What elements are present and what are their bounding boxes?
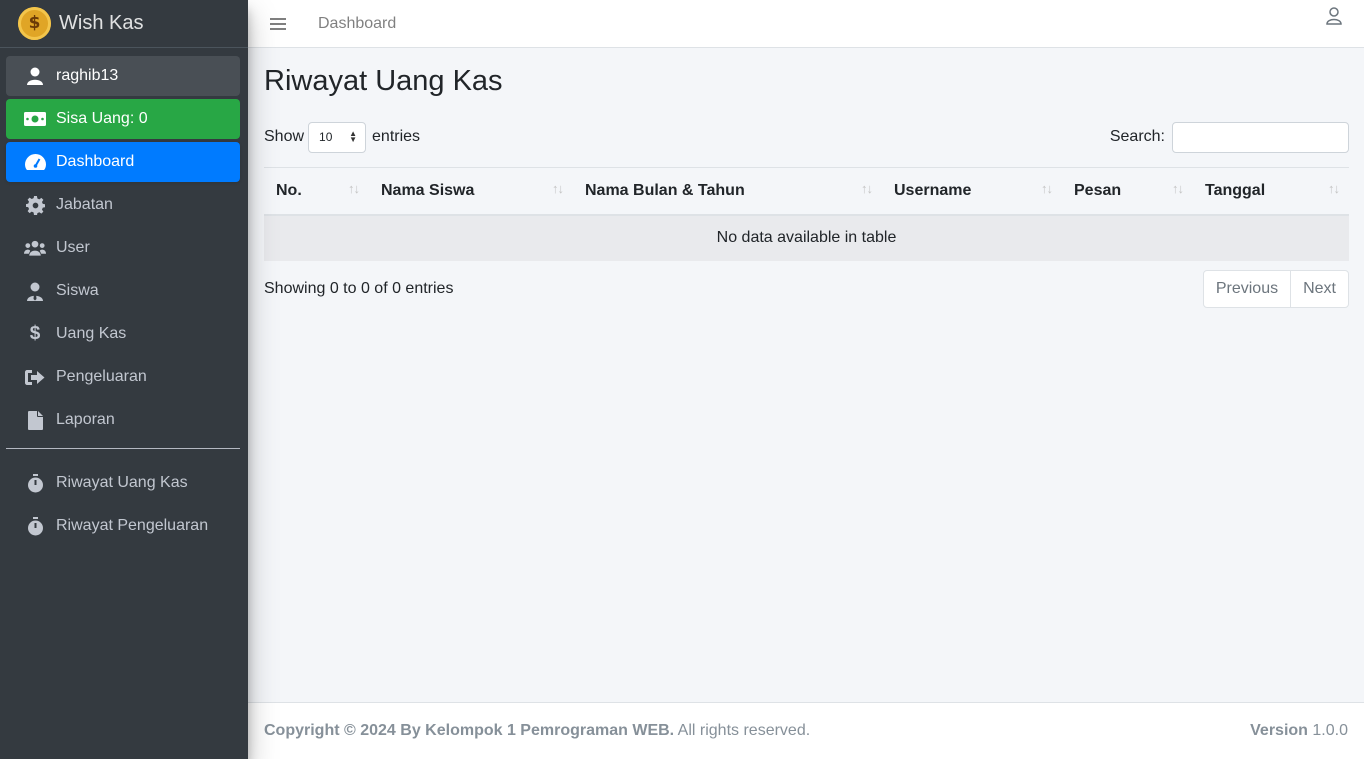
previous-button[interactable]: Previous (1204, 271, 1290, 307)
sidebar-item-label: Siswa (56, 282, 99, 299)
hamburger-menu-icon[interactable] (270, 17, 286, 30)
sidebar-item-jabatan[interactable]: Jabatan (6, 185, 240, 225)
table-controls: Show 10 ▲ ▼ entries Search: (264, 121, 1349, 153)
brand-name: Wish Kas (59, 12, 144, 34)
sidebar-user-label: raghib13 (56, 67, 119, 84)
version-label: Version (1250, 722, 1308, 739)
sidebar-item-siswa[interactable]: Siswa (6, 271, 240, 311)
topbar-dashboard-link[interactable]: Dashboard (318, 15, 396, 33)
entries-select[interactable]: 10 ▲ ▼ (308, 121, 367, 153)
footer-version: Version 1.0.0 (1250, 722, 1348, 740)
column-header-tanggal[interactable]: Tanggal ↑↓ (1193, 167, 1349, 216)
sidebar-item-label: Uang Kas (56, 325, 127, 342)
sidebar: Wish Kas raghib13 Sisa Uang: 0 Dashboard… (0, 0, 248, 759)
sidebar-item-user[interactable]: User (6, 228, 240, 268)
page-title: Riwayat Uang Kas (264, 65, 503, 97)
stopwatch-icon (24, 473, 46, 493)
sidebar-item-dashboard[interactable]: Dashboard (6, 142, 240, 182)
column-header-nama-bulan-tahun[interactable]: Nama Bulan & Tahun ↑↓ (573, 167, 882, 216)
column-header-no[interactable]: No. ↑↓ (264, 167, 369, 216)
sidebar-item-pengeluaran[interactable]: Pengeluaran (6, 357, 240, 397)
column-header-pesan[interactable]: Pesan ↑↓ (1062, 167, 1193, 216)
copyright-text: Copyright © 2024 By Kelompok 1 Pemrogram… (264, 722, 675, 739)
file-icon (24, 410, 46, 430)
sidebar-divider (6, 448, 240, 449)
sidebar-item-label: Riwayat Uang Kas (56, 474, 188, 491)
sidebar-item-riwayat-pengeluaran[interactable]: Riwayat Pengeluaran (6, 506, 240, 546)
column-header-username[interactable]: Username ↑↓ (882, 167, 1062, 216)
stopwatch-icon (24, 516, 46, 536)
next-button[interactable]: Next (1290, 270, 1348, 307)
sidebar-nav: raghib13 Sisa Uang: 0 Dashboard Jabatan … (0, 48, 248, 546)
sidebar-balance-label: Sisa Uang: 0 (56, 110, 148, 127)
user-profile-icon[interactable] (1326, 7, 1342, 30)
sidebar-item-label: Riwayat Pengeluaran (56, 517, 209, 534)
money-bill-icon (24, 109, 46, 129)
page-footer: Copyright © 2024 By Kelompok 1 Pemrogram… (248, 702, 1364, 759)
dollar-icon: $ (29, 323, 41, 344)
select-arrows-icon: ▲ ▼ (349, 129, 358, 144)
rights-text: All rights reserved. (677, 722, 811, 739)
sort-icon: ↑↓ (552, 181, 564, 196)
user-tie-icon (24, 281, 46, 301)
riwayat-table: No. ↑↓ Nama Siswa ↑↓ Nama Bulan & Tahun ↑↓ … (264, 167, 1349, 261)
user-icon (24, 66, 46, 86)
sidebar-item-label: Jabatan (56, 196, 113, 213)
sidebar-user[interactable]: raghib13 (6, 56, 240, 96)
table-footer: Showing 0 to 0 of 0 entries Previous Nex… (264, 269, 1349, 308)
tachometer-icon (24, 152, 46, 172)
table-info: Showing 0 to 0 of 0 entries (264, 279, 454, 297)
table-search: Search: (1109, 121, 1349, 153)
show-label: Show (264, 128, 305, 145)
sidebar-balance[interactable]: Sisa Uang: 0 (6, 99, 240, 139)
sort-icon: ↑↓ (348, 181, 360, 196)
footer-copyright: Copyright © 2024 By Kelompok 1 Pemrogram… (264, 722, 810, 740)
sidebar-item-label: Dashboard (56, 153, 135, 170)
sidebar-item-laporan[interactable]: Laporan (6, 400, 240, 440)
entries-label: entries (372, 128, 421, 145)
version-number: 1.0.0 (1312, 722, 1348, 739)
brand-logo (18, 7, 51, 40)
users-icon (24, 238, 46, 258)
sort-icon: ↑↓ (1041, 181, 1053, 196)
sort-icon: ↑↓ (1328, 181, 1340, 196)
pagination: Previous Next (1202, 269, 1349, 308)
entries-length: Show 10 ▲ ▼ entries (264, 121, 421, 153)
sort-icon: ↑↓ (861, 181, 873, 196)
gear-icon (24, 195, 46, 215)
brand-link[interactable]: Wish Kas (0, 0, 248, 48)
search-label: Search: (1109, 128, 1165, 145)
table-row: No data available in table (264, 214, 1349, 261)
sidebar-item-label: User (56, 239, 90, 256)
main-content: Riwayat Uang Kas Show 10 ▲ ▼ entries Sear… (264, 48, 1349, 308)
entries-select-value: 10 (319, 130, 333, 144)
sort-icon: ↑↓ (1172, 181, 1184, 196)
sidebar-item-uang-kas[interactable]: $ Uang Kas (6, 314, 240, 354)
sign-out-icon (24, 367, 46, 387)
sidebar-item-label: Pengeluaran (56, 368, 147, 385)
search-input[interactable] (1172, 121, 1349, 153)
sidebar-item-label: Laporan (56, 411, 115, 428)
top-navbar: Dashboard (248, 0, 1364, 48)
empty-table-message: No data available in table (264, 214, 1349, 261)
column-header-nama-siswa[interactable]: Nama Siswa ↑↓ (369, 167, 573, 216)
sidebar-item-riwayat-uang-kas[interactable]: Riwayat Uang Kas (6, 463, 240, 503)
